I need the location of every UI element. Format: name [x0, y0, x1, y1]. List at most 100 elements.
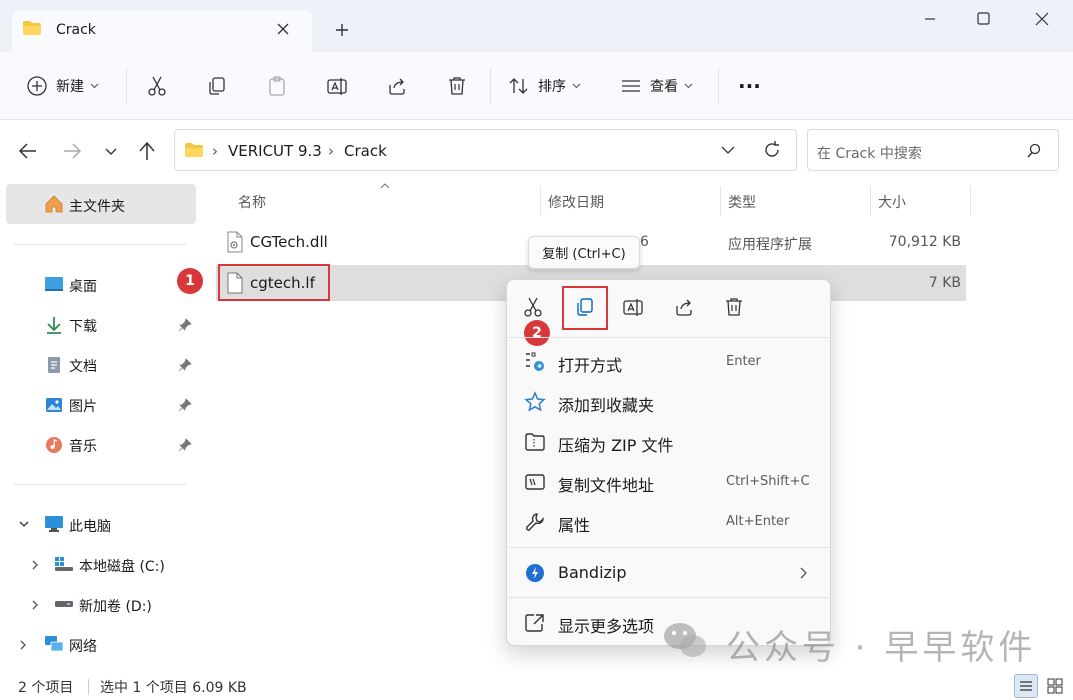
column-header-size[interactable]: 大小: [878, 192, 906, 212]
more-options-icon: [523, 611, 547, 635]
copy-tooltip: 复制 (Ctrl+C): [528, 236, 640, 269]
pin-icon[interactable]: [178, 398, 192, 412]
menu-divider: [508, 547, 829, 548]
rename-icon[interactable]: [622, 296, 644, 318]
sidebar-divider: [14, 484, 186, 485]
chevron-right-icon[interactable]: [30, 559, 40, 571]
new-tab-button[interactable]: [334, 22, 358, 46]
wechat-logo-icon: [660, 618, 712, 662]
breadcrumb-segment[interactable]: Crack: [344, 142, 387, 160]
menu-item-label: 复制文件地址: [558, 476, 655, 495]
menu-item-label: 属性: [558, 516, 591, 535]
minimize-button[interactable]: [910, 4, 950, 34]
step-badge-1: 1: [177, 268, 203, 294]
menu-divider: [508, 337, 829, 338]
sidebar-item-downloads[interactable]: [6, 306, 196, 342]
breadcrumb-segment[interactable]: VERICUT 9.3: [228, 142, 322, 160]
cut-button[interactable]: [146, 72, 168, 100]
rename-button[interactable]: [326, 72, 348, 100]
sidebar-item-label: 网络: [69, 639, 97, 655]
file-type: 应用程序扩展: [728, 237, 812, 253]
new-button[interactable]: 新建: [26, 72, 99, 100]
sidebar-item-pictures[interactable]: [6, 386, 196, 422]
back-arrow-icon[interactable]: [16, 138, 42, 164]
paste-button[interactable]: [266, 72, 288, 100]
pin-icon[interactable]: [178, 438, 192, 452]
chevron-right-icon[interactable]: [30, 599, 40, 611]
share-icon: [389, 78, 405, 95]
menu-divider: [508, 597, 829, 598]
details-view-icon[interactable]: [1014, 674, 1038, 698]
sidebar-item-desktop[interactable]: [6, 266, 196, 302]
sidebar-item-documents[interactable]: [6, 346, 196, 382]
column-divider: [720, 186, 721, 216]
tab-title: Crack: [56, 22, 96, 38]
sidebar-item-label: 本地磁盘 (C:): [79, 559, 165, 575]
search-icon[interactable]: [1026, 143, 1042, 159]
chevron-down-icon: [572, 83, 581, 89]
copy-button[interactable]: [206, 72, 228, 100]
menu-item-shortcut: Alt+Enter: [726, 514, 790, 529]
breadcrumb-separator: ›: [212, 142, 218, 160]
sidebar-item-music[interactable]: [6, 426, 196, 462]
sidebar-item-label: 新加卷 (D:): [79, 599, 152, 615]
copy-icon: [209, 77, 225, 95]
share-button[interactable]: [386, 72, 408, 100]
file-icon: [226, 272, 244, 294]
close-window-button[interactable]: [1022, 4, 1062, 34]
cut-icon[interactable]: [522, 296, 544, 318]
column-divider: [540, 186, 541, 216]
column-divider: [970, 186, 971, 216]
delete-button[interactable]: [446, 72, 468, 100]
column-header-date[interactable]: 修改日期: [548, 192, 604, 212]
folder-icon: [22, 20, 42, 36]
recent-chevron-down-icon[interactable]: [98, 138, 124, 164]
file-name: CGTech.dll: [250, 233, 328, 251]
home-icon: [44, 194, 64, 214]
desktop-icon: [44, 275, 64, 293]
picture-icon: [44, 395, 64, 415]
view-button[interactable]: 查看: [620, 72, 693, 100]
sidebar-item-label: 主文件夹: [69, 199, 125, 215]
download-icon: [44, 315, 64, 335]
pin-icon[interactable]: [178, 358, 192, 372]
sort-icon: [508, 75, 530, 97]
pin-icon[interactable]: [178, 318, 192, 332]
chevron-down-icon[interactable]: [18, 519, 30, 529]
sort-button[interactable]: 排序: [508, 72, 581, 100]
status-selection: 选中 1 个项目 6.09 KB: [100, 680, 247, 696]
column-header-type[interactable]: 类型: [728, 192, 756, 212]
sidebar-item-label: 音乐: [69, 439, 97, 455]
menu-item-shortcut: Ctrl+Shift+C: [726, 474, 810, 489]
menu-item-label: Bandizip: [558, 563, 627, 582]
column-header-name[interactable]: 名称: [238, 192, 266, 212]
wrench-icon: [523, 510, 547, 534]
chevron-down-icon: [684, 83, 693, 89]
menu-item-label: 打开方式: [558, 356, 623, 375]
sidebar-item-label: 下载: [69, 319, 97, 335]
sidebar-divider: [14, 244, 186, 245]
menu-item-label: 添加到收藏夹: [558, 396, 655, 415]
up-arrow-icon[interactable]: [134, 138, 160, 164]
dll-file-icon: [226, 231, 244, 253]
zip-icon: [523, 430, 547, 454]
refresh-icon[interactable]: [762, 140, 782, 160]
chevron-right-icon[interactable]: [18, 639, 28, 651]
maximize-button[interactable]: [963, 4, 1003, 34]
new-button-label: 新建: [56, 79, 84, 95]
toolbar-divider: [718, 68, 719, 104]
file-size: 7 KB: [928, 275, 961, 291]
delete-icon[interactable]: [723, 296, 745, 318]
forward-arrow-icon[interactable]: [58, 138, 84, 164]
tab-close-icon[interactable]: [276, 22, 300, 46]
more-button[interactable]: ···: [738, 72, 761, 100]
search-input[interactable]: 在 Crack 中搜索: [817, 143, 922, 163]
menu-item-label: 压缩为 ZIP 文件: [558, 436, 674, 455]
copy-icon[interactable]: [574, 296, 596, 318]
address-dropdown-icon[interactable]: [720, 143, 736, 157]
share-icon[interactable]: [673, 296, 695, 318]
paste-icon: [269, 76, 285, 96]
tiles-view-icon[interactable]: [1044, 675, 1066, 697]
drive-c-icon: [54, 556, 74, 572]
sort-button-label: 排序: [538, 79, 566, 95]
